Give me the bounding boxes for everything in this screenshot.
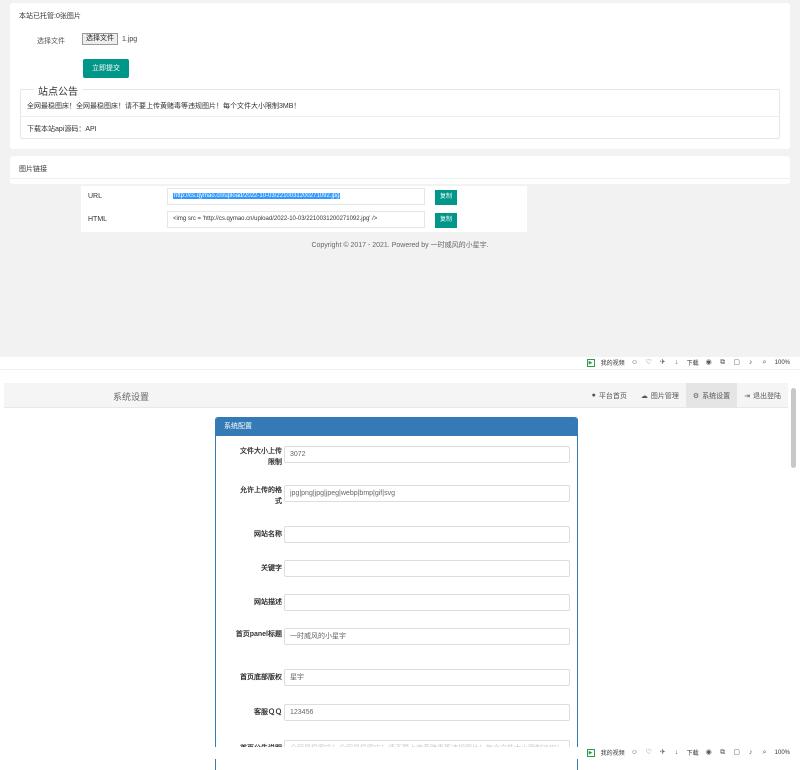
camera-icon[interactable]: ◉: [705, 359, 713, 367]
tabs-icon[interactable]: ⧉: [719, 359, 727, 367]
support-qq-input[interactable]: 123456: [284, 704, 570, 721]
field-label: 客服ＱＱ: [254, 709, 282, 716]
field-label: 首页panel标题: [235, 631, 282, 638]
admin-navbar: 系统设置 ● 平台首页 ☁ 图片管理 ⚙ 系统设置 ⇥ 退出登陆: [4, 383, 788, 408]
field-label: 文件大小上传限制: [240, 448, 282, 466]
file-label: 选择文件: [37, 38, 65, 45]
zoom-icon[interactable]: ⌕: [761, 749, 769, 757]
nav-label: 系统设置: [702, 392, 731, 400]
play-icon[interactable]: ▶: [586, 748, 595, 757]
copy-url-button[interactable]: 复制: [435, 190, 457, 205]
pin-icon[interactable]: ✈: [659, 749, 667, 757]
admin-brand[interactable]: 系统设置: [113, 390, 149, 403]
nav-item-settings[interactable]: ⚙ 系统设置: [685, 383, 738, 408]
nav-label: 平台首页: [598, 392, 627, 400]
config-panel: 系统配置 文件大小上传限制 3072 允许上传的格式 jpg|png|jpg|j…: [215, 417, 578, 770]
footer-copyright-input[interactable]: 星宇: [284, 669, 570, 686]
nav-item-home[interactable]: ● 平台首页: [585, 383, 634, 408]
video-label[interactable]: 我的视频: [601, 358, 625, 367]
speaker-icon[interactable]: ♪: [747, 749, 755, 757]
window-icon[interactable]: ▢: [733, 749, 741, 757]
links-panel: 图片链接: [10, 156, 790, 184]
nav-label: 退出登陆: [753, 392, 781, 400]
config-panel-title: 系统配置: [216, 418, 577, 436]
gear-icon: ⚙: [692, 392, 700, 400]
links-header: 图片链接: [19, 166, 47, 173]
window-icon[interactable]: ▢: [733, 359, 741, 367]
html-value: <img src = 'http://cs.qymao.cn/upload/20…: [173, 216, 378, 222]
upload-header: 本站已托管:0张图片: [19, 13, 81, 20]
url-value: http://cs.qymao.cn/upload/2022-10-03/221…: [173, 193, 341, 199]
emoji-icon[interactable]: ☺: [631, 359, 639, 367]
panel-title-input[interactable]: 一时威风的小星宇: [284, 628, 570, 645]
copyright: Copyright © 2017 - 2021. Powered by 一时威风…: [311, 242, 489, 249]
nav-item-logout[interactable]: ⇥ 退出登陆: [737, 383, 788, 408]
zoom-level[interactable]: 100%: [775, 750, 790, 756]
notice-text: 全网最稳图床！全网最稳图床！请不要上传黄赌毒等违规图片！每个文件大小限制3MB！: [27, 103, 301, 110]
nav-label: 图片管理: [650, 392, 679, 400]
download-label[interactable]: 下载: [687, 358, 699, 367]
url-input[interactable]: http://cs.qymao.cn/upload/2022-10-03/221…: [167, 188, 425, 205]
formats-input[interactable]: jpg|png|jpg|jpeg|webp|bmp|gif|svg: [284, 485, 570, 502]
logout-icon: ⇥: [744, 392, 750, 400]
user-icon: ●: [591, 392, 596, 399]
admin-page: 系统设置 ● 平台首页 ☁ 图片管理 ⚙ 系统设置 ⇥ 退出登陆 系统配置 文件…: [0, 380, 800, 770]
notice-divider: [20, 116, 780, 117]
heart-icon[interactable]: ♡: [645, 749, 653, 757]
field-label: 允许上传的格式: [240, 487, 282, 505]
notice-legend: 站点公告: [34, 83, 82, 98]
emoji-icon[interactable]: ☺: [631, 749, 639, 757]
upload-panel: 本站已托管:0张图片 选择文件 选择文件 1.jpg 立即提交 站点公告 全网最…: [10, 3, 790, 149]
description-input[interactable]: [284, 594, 570, 611]
file-name: 1.jpg: [122, 36, 138, 43]
zoom-level[interactable]: 100%: [775, 360, 790, 366]
nav-item-images[interactable]: ☁ 图片管理: [634, 383, 686, 408]
submit-button[interactable]: 立即提交: [83, 59, 129, 78]
copy-html-button[interactable]: 复制: [435, 213, 457, 228]
notice-fieldset: [20, 89, 780, 139]
pin-icon[interactable]: ✈: [659, 359, 667, 367]
heart-icon[interactable]: ♡: [645, 359, 653, 367]
camera-icon[interactable]: ◉: [705, 749, 713, 757]
keywords-input[interactable]: [284, 560, 570, 577]
links-table: URL http://cs.qymao.cn/upload/2022-10-03…: [81, 186, 527, 232]
tabs-icon[interactable]: ⧉: [719, 749, 727, 757]
field-label: 首页底部版权: [240, 674, 282, 681]
browser-statusbar: ▶ 我的视频 ☺ ♡ ✈ ↓ 下载 ◉ ⧉ ▢ ♪ ⌕ 100%: [0, 747, 800, 759]
download-label[interactable]: 下载: [687, 748, 699, 757]
field-label: 网站名称: [254, 531, 282, 538]
filesize-input[interactable]: 3072: [284, 446, 570, 463]
links-divider: [10, 178, 790, 179]
cloud-icon: ☁: [640, 392, 648, 400]
video-label[interactable]: 我的视频: [601, 748, 625, 757]
page-scrollbar[interactable]: [791, 388, 796, 468]
url-label: URL: [88, 193, 103, 200]
html-label: HTML: [88, 216, 108, 223]
choose-file-button[interactable]: 选择文件: [82, 33, 118, 45]
upload-page: 本站已托管:0张图片 选择文件 选择文件 1.jpg 立即提交 站点公告 全网最…: [0, 0, 800, 370]
download-icon[interactable]: ↓: [673, 749, 681, 757]
field-label: 关键字: [261, 565, 282, 572]
site-name-input[interactable]: [284, 526, 570, 543]
api-download-link[interactable]: 下载本站api源码：API: [27, 124, 97, 134]
play-icon[interactable]: ▶: [586, 358, 595, 367]
zoom-icon[interactable]: ⌕: [761, 359, 769, 367]
field-label: 网站描述: [254, 599, 282, 606]
browser-statusbar: ▶ 我的视频 ☺ ♡ ✈ ↓ 下载 ◉ ⧉ ▢ ♪ ⌕ 100%: [0, 357, 800, 369]
speaker-icon[interactable]: ♪: [747, 359, 755, 367]
html-input[interactable]: <img src = 'http://cs.qymao.cn/upload/20…: [167, 211, 425, 228]
download-icon[interactable]: ↓: [673, 359, 681, 367]
